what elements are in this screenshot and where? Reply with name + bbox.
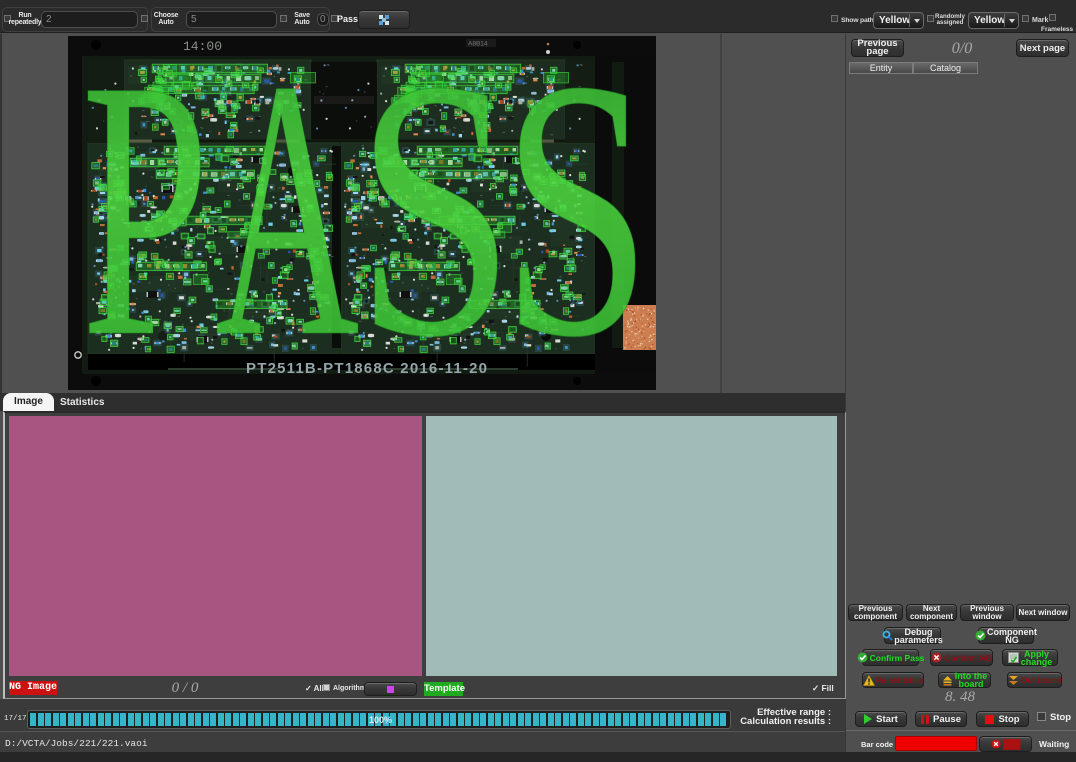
svg-text:P: P: [81, 36, 209, 390]
svg-text:S: S: [502, 36, 652, 390]
svg-text:A: A: [215, 36, 359, 390]
svg-text:S: S: [355, 36, 515, 390]
